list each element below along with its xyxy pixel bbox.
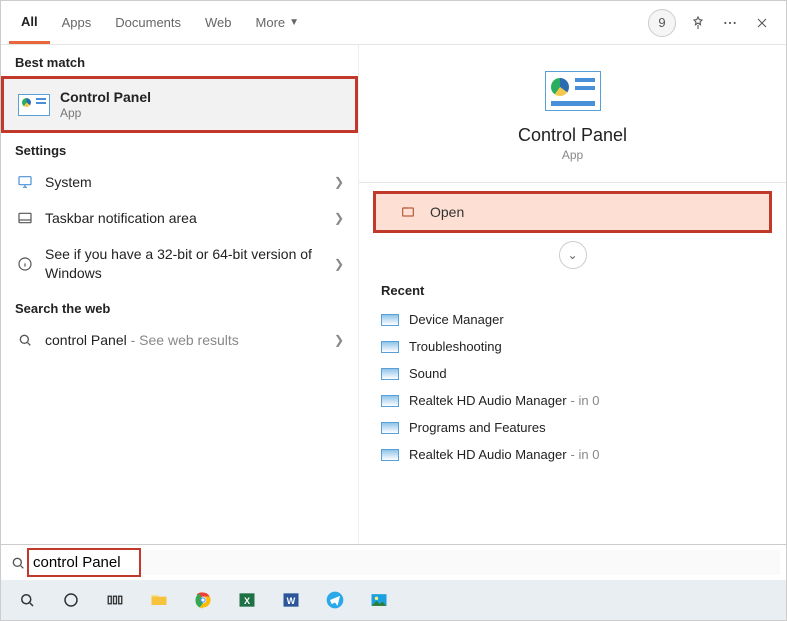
recent-item[interactable]: Programs and Features xyxy=(359,414,786,441)
taskbar-explorer-button[interactable] xyxy=(139,583,179,617)
svg-text:X: X xyxy=(244,596,251,606)
taskbar-taskview-button[interactable] xyxy=(95,583,135,617)
best-match-item[interactable]: Control Panel App xyxy=(1,76,358,133)
tab-more-label: More xyxy=(256,15,286,30)
detail-subtitle: App xyxy=(562,148,583,162)
info-icon xyxy=(15,256,35,272)
control-panel-item-icon xyxy=(381,314,399,326)
chevron-right-icon: ❯ xyxy=(334,175,344,189)
recent-label: Device Manager xyxy=(409,312,504,327)
taskbar-telegram-button[interactable] xyxy=(315,583,355,617)
close-icon[interactable] xyxy=(746,7,778,39)
recent-label: Realtek HD Audio Manager xyxy=(409,393,567,408)
recent-label: Sound xyxy=(409,366,447,381)
recent-label: Troubleshooting xyxy=(409,339,502,354)
settings-item-label: Taskbar notification area xyxy=(45,209,334,227)
tab-apps[interactable]: Apps xyxy=(50,2,104,44)
settings-item-label: System xyxy=(45,173,334,191)
control-panel-item-icon xyxy=(381,368,399,380)
web-search-label: control Panel - See web results xyxy=(45,331,334,349)
tabs-row: All Apps Documents Web More ▼ 9 xyxy=(1,1,786,45)
search-input-extend[interactable] xyxy=(139,550,780,575)
tab-documents[interactable]: Documents xyxy=(103,2,193,44)
section-best-match: Best match xyxy=(1,45,358,76)
settings-item-taskbar[interactable]: Taskbar notification area ❯ xyxy=(1,200,358,236)
options-icon[interactable] xyxy=(714,7,746,39)
control-panel-item-icon xyxy=(381,395,399,407)
search-row xyxy=(1,544,786,580)
recent-meta: - in 0 xyxy=(571,393,600,408)
recent-item[interactable]: Realtek HD Audio Manager - in 0 xyxy=(359,441,786,468)
control-panel-item-icon xyxy=(381,341,399,353)
recent-label: Realtek HD Audio Manager xyxy=(409,447,567,462)
chevron-right-icon: ❯ xyxy=(334,257,344,271)
detail-header: Control Panel App xyxy=(359,45,786,176)
svg-text:W: W xyxy=(287,596,296,606)
control-panel-item-icon xyxy=(381,422,399,434)
recent-item[interactable]: Troubleshooting xyxy=(359,333,786,360)
chevron-right-icon: ❯ xyxy=(334,333,344,347)
section-search-web: Search the web xyxy=(1,291,358,322)
taskbar-cortana-button[interactable] xyxy=(51,583,91,617)
tab-all[interactable]: All xyxy=(9,2,50,44)
results-panel: Best match Control Panel App Settings Sy… xyxy=(1,45,358,544)
open-action[interactable]: Open xyxy=(373,191,772,233)
tab-web[interactable]: Web xyxy=(193,2,244,44)
web-search-item[interactable]: control Panel - See web results ❯ xyxy=(1,322,358,358)
taskbar-icon xyxy=(15,210,35,226)
search-window: All Apps Documents Web More ▼ 9 Best mat… xyxy=(0,0,787,621)
control-panel-icon xyxy=(18,94,50,116)
detail-title: Control Panel xyxy=(518,125,627,146)
taskbar-photos-button[interactable] xyxy=(359,583,399,617)
taskbar-search-button[interactable] xyxy=(7,583,47,617)
open-icon xyxy=(398,204,418,220)
search-input[interactable] xyxy=(29,550,139,575)
recent-label: Programs and Features xyxy=(409,420,546,435)
section-settings: Settings xyxy=(1,133,358,164)
settings-item-label: See if you have a 32-bit or 64-bit versi… xyxy=(45,245,334,281)
expand-button[interactable]: ⌄ xyxy=(559,241,587,269)
chevron-down-icon: ⌄ xyxy=(567,248,577,262)
taskbar-chrome-button[interactable] xyxy=(183,583,223,617)
control-panel-item-icon xyxy=(381,449,399,461)
monitor-icon xyxy=(15,174,35,190)
section-recent: Recent xyxy=(359,277,786,306)
main-area: Best match Control Panel App Settings Sy… xyxy=(1,45,786,544)
taskbar: X W xyxy=(1,580,786,620)
recent-item[interactable]: Device Manager xyxy=(359,306,786,333)
detail-panel: Control Panel App Open ⌄ Recent Device M… xyxy=(358,45,786,544)
rewards-badge[interactable]: 9 xyxy=(648,9,676,37)
recent-item[interactable]: Realtek HD Audio Manager - in 0 xyxy=(359,387,786,414)
expand-wrap: ⌄ xyxy=(359,233,786,277)
best-match-title: Control Panel xyxy=(60,89,151,105)
recent-item[interactable]: Sound xyxy=(359,360,786,387)
feedback-icon[interactable] xyxy=(682,7,714,39)
taskbar-word-button[interactable]: W xyxy=(271,583,311,617)
taskbar-excel-button[interactable]: X xyxy=(227,583,267,617)
divider xyxy=(359,182,786,183)
settings-item-system[interactable]: System ❯ xyxy=(1,164,358,200)
tab-more[interactable]: More ▼ xyxy=(244,2,312,44)
best-match-subtitle: App xyxy=(60,106,151,120)
control-panel-icon xyxy=(545,71,601,111)
open-label: Open xyxy=(430,204,464,220)
chevron-down-icon: ▼ xyxy=(289,17,299,28)
search-icon xyxy=(15,332,35,348)
search-icon xyxy=(7,555,29,571)
settings-item-bitness[interactable]: See if you have a 32-bit or 64-bit versi… xyxy=(1,236,358,290)
chevron-right-icon: ❯ xyxy=(334,211,344,225)
recent-meta: - in 0 xyxy=(571,447,600,462)
